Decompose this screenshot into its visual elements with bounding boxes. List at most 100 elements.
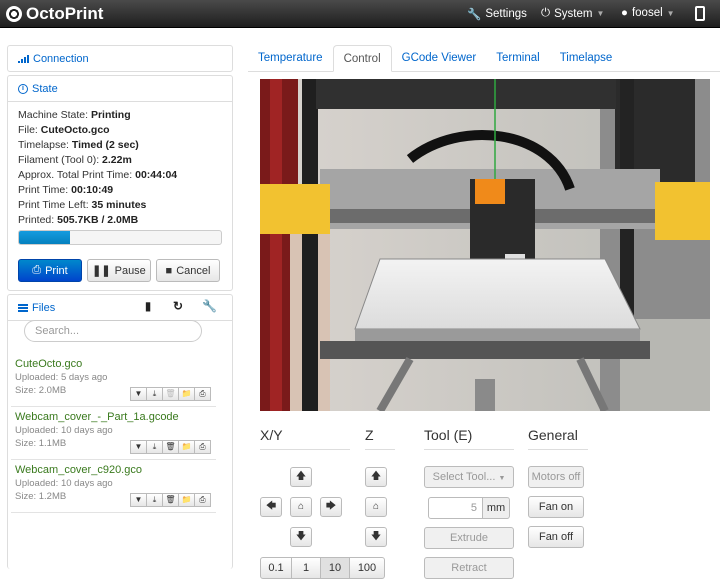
- fan-off-button[interactable]: Fan off: [528, 526, 584, 548]
- jog-x-minus-button[interactable]: 🡄: [260, 497, 282, 517]
- state-line: Machine State: Printing: [18, 109, 131, 121]
- list-icon: [18, 303, 28, 312]
- xy-section-title: X/Y: [260, 427, 283, 443]
- trash-icon[interactable]: 🗑: [162, 493, 179, 507]
- print-icon[interactable]: ⎙: [194, 440, 211, 454]
- system-label: System: [554, 7, 593, 20]
- tab-gcode-viewer[interactable]: GCode Viewer: [392, 45, 487, 72]
- power-icon: ⏻: [541, 7, 551, 19]
- jog-y-plus-button[interactable]: 🡅: [290, 467, 312, 487]
- file-search-input[interactable]: Search...: [24, 320, 202, 342]
- file-actions: ▼ ⤓ 🗑 📁 ⎙: [130, 493, 211, 507]
- tab-terminal[interactable]: Terminal: [486, 45, 549, 72]
- state-body: Machine State: Printing File: CuteOcto.g…: [8, 102, 232, 288]
- user-label: foosel: [631, 7, 663, 19]
- system-menu[interactable]: ⏻ System ▼: [541, 7, 604, 20]
- state-header[interactable]: i State: [8, 76, 232, 102]
- step-10-button[interactable]: 10: [320, 557, 350, 579]
- retract-button[interactable]: Retract: [424, 557, 514, 579]
- info-chevron-icon[interactable]: ▼: [130, 387, 147, 401]
- user-menu[interactable]: ● foosel ▼: [621, 7, 675, 19]
- home-icon: ⌂: [372, 501, 380, 512]
- tab-control[interactable]: Control: [332, 45, 392, 72]
- octoprint-logo-icon: [6, 6, 22, 22]
- file-list-item[interactable]: Webcam_cover_c920.gco Uploaded: 10 days …: [11, 463, 216, 513]
- pause-label: Pause: [114, 264, 146, 277]
- files-toolbar: ▮ ↻ 🔧: [142, 300, 217, 312]
- download-icon[interactable]: ⤓: [146, 493, 163, 507]
- motors-off-button[interactable]: Motors off: [528, 466, 584, 488]
- state-panel: i State Machine State: Printing File: Cu…: [7, 75, 233, 291]
- trash-icon[interactable]: 🗑: [162, 440, 179, 454]
- state-line: Print Time Left: 35 minutes: [18, 199, 147, 211]
- trash-icon[interactable]: 🗑: [162, 387, 179, 401]
- info-chevron-icon[interactable]: ▼: [130, 493, 147, 507]
- fan-on-button[interactable]: Fan on: [528, 496, 584, 518]
- folder-open-icon[interactable]: 📁: [178, 387, 195, 401]
- pause-button[interactable]: ❚❚ Pause: [87, 259, 151, 282]
- download-icon[interactable]: ⤓: [146, 387, 163, 401]
- printer-icon: ⎙: [32, 264, 42, 276]
- chevron-down-icon: ▼: [666, 8, 675, 18]
- state-line: Timelapse: Timed (2 sec): [18, 139, 139, 151]
- step-100-button[interactable]: 100: [349, 557, 385, 579]
- brand-label: OctoPrint: [26, 4, 104, 23]
- home-z-button[interactable]: ⌂: [365, 497, 387, 517]
- jog-z-minus-button[interactable]: 🡇: [365, 527, 387, 547]
- cancel-button[interactable]: ■ Cancel: [156, 259, 220, 282]
- tab-temperature[interactable]: Temperature: [248, 45, 333, 72]
- state-line: File: CuteOcto.gco: [18, 124, 110, 136]
- user-icon: ●: [621, 7, 628, 19]
- folder-open-icon[interactable]: 📁: [178, 493, 195, 507]
- webcam-stream: [260, 79, 710, 411]
- arrow-down-icon: 🡇: [370, 531, 382, 542]
- tool-section-title: Tool (E): [424, 427, 473, 443]
- extrude-amount-input[interactable]: 5: [428, 497, 483, 519]
- file-list-item[interactable]: Webcam_cover_-_Part_1a.gcode Uploaded: 1…: [11, 410, 216, 460]
- print-button[interactable]: ⎙ Print: [18, 259, 82, 282]
- jog-x-plus-button[interactable]: 🡆: [320, 497, 342, 517]
- file-list-item[interactable]: CuteOcto.gco Uploaded: 5 days ago Size: …: [11, 357, 216, 407]
- file-icon[interactable]: ▮: [142, 300, 154, 312]
- settings-menu[interactable]: 🔧 Settings: [467, 7, 527, 21]
- home-icon: ⌂: [297, 501, 305, 512]
- cancel-label: Cancel: [176, 264, 211, 277]
- extrude-button[interactable]: Extrude: [424, 527, 514, 549]
- connection-panel: Connection: [7, 45, 233, 72]
- print-icon[interactable]: ⎙: [194, 493, 211, 507]
- brand[interactable]: OctoPrint: [6, 4, 103, 24]
- mobile-icon[interactable]: [695, 6, 705, 21]
- file-name[interactable]: CuteOcto.gco: [11, 357, 216, 371]
- refresh-icon[interactable]: ↻: [172, 300, 184, 312]
- wrench-icon[interactable]: 🔧: [202, 300, 217, 312]
- state-line: Filament (Tool 0): 2.22m: [18, 154, 132, 166]
- select-tool-label: Select Tool...: [432, 471, 496, 483]
- jog-y-minus-button[interactable]: 🡇: [290, 527, 312, 547]
- print-icon[interactable]: ⎙: [194, 387, 211, 401]
- arrow-down-icon: 🡇: [295, 531, 307, 542]
- tool-divider: [424, 449, 514, 450]
- state-line: Print Time: 00:10:49: [18, 184, 114, 196]
- connection-header[interactable]: Connection: [8, 46, 232, 72]
- tab-timelapse[interactable]: Timelapse: [550, 45, 623, 72]
- state-title: State: [32, 82, 58, 95]
- file-name[interactable]: Webcam_cover_-_Part_1a.gcode: [11, 410, 216, 424]
- arrow-up-icon: 🡅: [370, 471, 382, 482]
- file-uploaded: Uploaded: 5 days ago: [15, 372, 108, 383]
- step-0.1-button[interactable]: 0.1: [260, 557, 292, 579]
- signal-icon: [18, 55, 29, 63]
- state-line: Approx. Total Print Time: 00:44:04: [18, 169, 178, 181]
- file-name[interactable]: Webcam_cover_c920.gco: [11, 463, 216, 477]
- step-1-button[interactable]: 1: [291, 557, 321, 579]
- info-chevron-icon[interactable]: ▼: [130, 440, 147, 454]
- arrow-left-icon: 🡄: [265, 501, 277, 512]
- main-tabs: Temperature Control GCode Viewer Termina…: [248, 45, 622, 72]
- download-icon[interactable]: ⤓: [146, 440, 163, 454]
- file-uploaded: Uploaded: 10 days ago: [15, 425, 113, 436]
- select-tool-dropdown[interactable]: Select Tool... ▼: [424, 466, 514, 488]
- navbar: OctoPrint 🔧 Settings ⏻ System ▼ ● foosel…: [0, 0, 720, 28]
- home-xy-button[interactable]: ⌂: [290, 497, 312, 517]
- arrow-right-icon: 🡆: [325, 501, 337, 512]
- folder-open-icon[interactable]: 📁: [178, 440, 195, 454]
- jog-z-plus-button[interactable]: 🡅: [365, 467, 387, 487]
